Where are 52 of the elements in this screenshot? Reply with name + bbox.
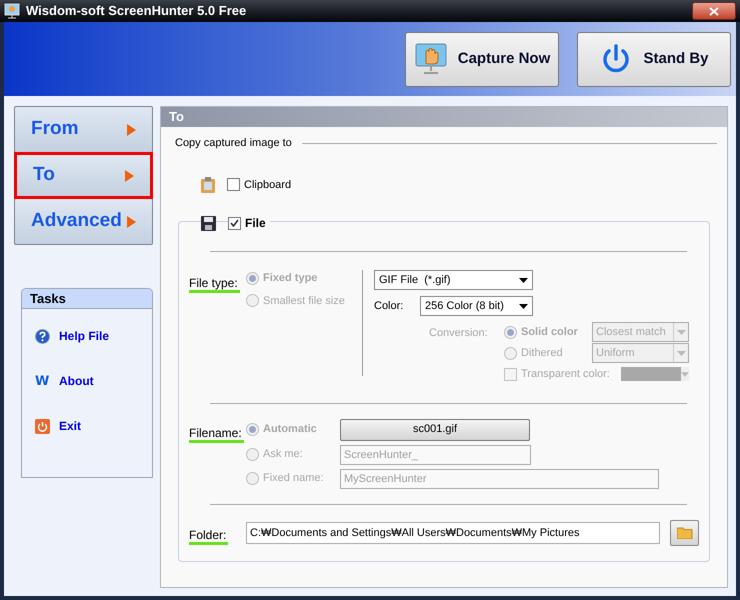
caret-icon xyxy=(519,304,528,308)
radio-label: Fixed type xyxy=(263,271,318,286)
radio-label: Smallest file size xyxy=(263,294,345,308)
filename-label: Filename: xyxy=(189,426,244,442)
radio-label: Solid color xyxy=(521,324,578,340)
task-link[interactable]: Exit xyxy=(59,417,82,435)
close-button[interactable] xyxy=(692,2,736,20)
arrow-icon xyxy=(127,216,136,228)
radio-label: Ask me: xyxy=(263,447,303,462)
file-label: File xyxy=(245,215,266,232)
radio-label: Fixed name: xyxy=(263,471,324,486)
caret-icon xyxy=(519,278,528,282)
format-dropdown[interactable]: GIF File (*.gif) xyxy=(374,270,533,290)
transparent-label: Transparent color: xyxy=(521,367,610,382)
arrow-icon xyxy=(125,170,134,182)
tasks-title: Tasks xyxy=(22,289,152,309)
folder-icon xyxy=(676,526,692,538)
close-icon xyxy=(709,6,719,16)
help-icon xyxy=(35,328,50,344)
caret-icon xyxy=(681,372,689,377)
about-icon: W xyxy=(35,374,50,388)
checkbox[interactable] xyxy=(227,178,240,192)
conversion-label: Conversion: xyxy=(428,326,489,341)
task-link[interactable]: About xyxy=(59,372,94,390)
folder-field[interactable]: C:₩Documents and Settings₩All Users₩Documents₩My Pictures xyxy=(246,522,660,544)
radio-label: Dithered xyxy=(521,346,563,361)
file-type-label: File type: xyxy=(189,276,240,293)
color-picker[interactable] xyxy=(621,367,689,382)
panel-title: To xyxy=(161,107,727,127)
task-link[interactable]: Help File xyxy=(59,327,110,345)
clipboard-label: Clipboard xyxy=(244,178,292,192)
browse-button[interactable] xyxy=(670,520,699,546)
arrow-icon xyxy=(127,124,136,136)
color-dropdown[interactable]: 256 Color (8 bit) xyxy=(420,296,533,316)
clipboard-icon xyxy=(201,176,215,193)
caret-icon xyxy=(676,350,686,356)
color-label: Color: xyxy=(374,298,404,314)
checkbox[interactable] xyxy=(228,216,241,230)
nav-button[interactable]: To xyxy=(14,152,153,199)
section-label: Copy captured image to xyxy=(175,136,292,151)
folder-label: Folder: xyxy=(189,528,228,544)
toolbar-button[interactable]: Capture Now xyxy=(405,32,559,86)
floppy-disk-icon xyxy=(201,216,216,230)
nav-button[interactable]: Advanced xyxy=(14,198,153,245)
radio-label: Automatic xyxy=(263,422,317,438)
monitor-hand-icon xyxy=(414,42,448,76)
caret-icon xyxy=(676,330,686,334)
nav-button[interactable]: From xyxy=(14,106,153,153)
power-icon xyxy=(35,418,50,434)
window-title: Wisdom-soft ScreenHunter 5.0 Free xyxy=(26,2,248,20)
app-icon xyxy=(4,3,20,19)
toolbar-button[interactable]: Stand By xyxy=(577,32,731,86)
